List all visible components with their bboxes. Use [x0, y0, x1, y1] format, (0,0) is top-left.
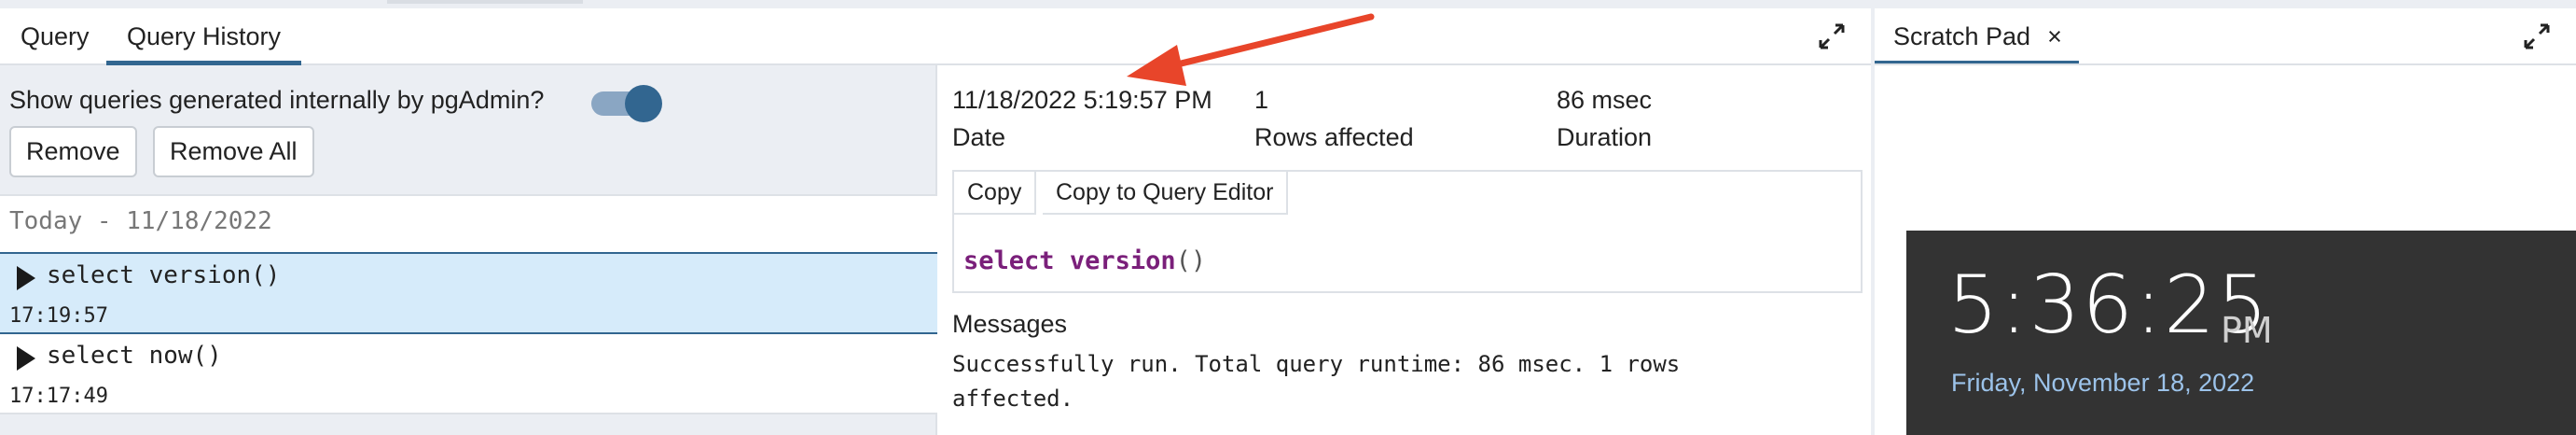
messages-body: Successfully run. Total query runtime: 8…	[952, 351, 1681, 412]
annotation-arrow-icon	[1127, 13, 1375, 86]
tab-scratch-pad[interactable]: Scratch Pad ×	[1875, 8, 2079, 65]
history-item-query: select version()	[47, 261, 281, 289]
tab-query[interactable]: Query	[0, 8, 110, 65]
expand-icon[interactable]	[2522, 21, 2552, 51]
history-item-time: 17:19:57	[9, 304, 108, 328]
clock-date: Friday, November 18, 2022	[1951, 369, 2255, 397]
detail-duration-label: Duration	[1557, 123, 1653, 151]
remove-button[interactable]: Remove	[9, 126, 137, 177]
remove-all-button[interactable]: Remove All	[153, 126, 314, 177]
scratch-tab-divider	[1875, 63, 2576, 65]
top-strip	[0, 0, 2576, 8]
copy-button[interactable]: Copy	[954, 172, 1037, 215]
internal-queries-label: Show queries generated internally by pgA…	[9, 86, 545, 114]
query-code: select version()	[963, 246, 1206, 275]
scratch-pad-label: Scratch Pad	[1893, 22, 2031, 50]
clock-overlay: 5:36:25 PM Friday, November 18, 2022	[1906, 231, 2576, 435]
query-code-box: Copy Copy to Query Editor select version…	[952, 170, 1863, 293]
close-icon[interactable]: ×	[2047, 22, 2062, 50]
play-icon	[17, 266, 35, 290]
history-group-header: Today - 11/18/2022	[9, 207, 272, 235]
copy-to-editor-button[interactable]: Copy to Query Editor	[1043, 172, 1289, 215]
clock-ampm: PM	[2221, 310, 2273, 351]
toggle-knob	[625, 85, 662, 122]
tab-query-history[interactable]: Query History	[106, 8, 302, 65]
code-keyword: select	[963, 246, 1055, 275]
expand-icon[interactable]	[1817, 21, 1847, 51]
play-icon	[17, 346, 35, 371]
detail-date-label: Date	[952, 123, 1006, 151]
history-item-query: select now()	[47, 342, 222, 370]
history-item[interactable]: select now() 17:17:49	[0, 332, 937, 413]
messages-title: Messages	[952, 310, 1068, 338]
history-item[interactable]: select version() 17:19:57	[0, 252, 937, 332]
query-panel: Query Query History Show queries generat…	[0, 8, 1871, 435]
detail-duration-value: 86 msec	[1557, 86, 1653, 114]
detail-rows-label: Rows affected	[1254, 123, 1414, 151]
query-tabbar: Query Query History	[0, 8, 1871, 65]
top-nub	[387, 0, 583, 4]
history-detail-pane: 11/18/2022 5:19:57 PM Date 1 Rows affect…	[937, 65, 1871, 435]
code-function: version	[1069, 246, 1176, 275]
history-list: Today - 11/18/2022 select version() 17:1…	[0, 194, 937, 414]
code-parens: ()	[1175, 246, 1207, 275]
history-list-pane: Show queries generated internally by pgA…	[0, 65, 937, 435]
internal-queries-toggle[interactable]	[591, 84, 662, 122]
history-item-time: 17:17:49	[9, 385, 108, 408]
